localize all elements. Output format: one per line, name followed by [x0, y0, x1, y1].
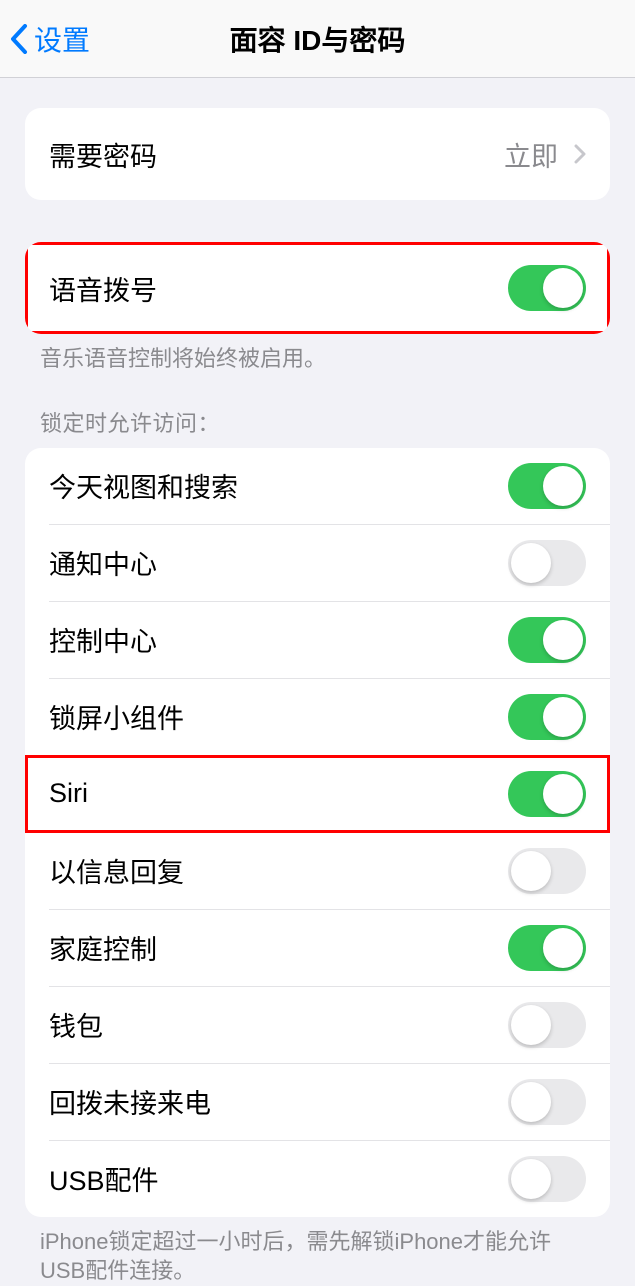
- chevron-right-icon: [574, 144, 586, 164]
- lock-item-toggle[interactable]: [508, 617, 586, 663]
- row-lock-item: 今天视图和搜索: [25, 448, 610, 524]
- row-lock-item: 家庭控制: [25, 910, 610, 986]
- row-lock-item: 钱包: [25, 987, 610, 1063]
- lock-item-toggle[interactable]: [508, 1156, 586, 1202]
- lock-item-toggle[interactable]: [508, 771, 586, 817]
- toggle-knob: [511, 851, 551, 891]
- group-voice-dial: 语音拨号: [25, 242, 610, 334]
- row-lock-item: 通知中心: [25, 525, 610, 601]
- row-require-passcode[interactable]: 需要密码 立即: [25, 108, 610, 200]
- lock-item-label: 家庭控制: [49, 928, 157, 967]
- lock-item-toggle[interactable]: [508, 848, 586, 894]
- toggle-knob: [543, 697, 583, 737]
- lock-item-label: 通知中心: [49, 543, 157, 582]
- require-passcode-value-wrap: 立即: [504, 135, 586, 174]
- lock-item-label: Siri: [49, 778, 88, 809]
- toggle-knob: [543, 620, 583, 660]
- row-voice-dial: 语音拨号: [25, 242, 610, 334]
- content: 需要密码 立即 语音拨号 音乐语音控制将始终被启用。 锁定时允许访问： 今天视图…: [0, 78, 635, 1286]
- voice-dial-footer: 音乐语音控制将始终被启用。: [0, 334, 635, 374]
- back-label: 设置: [34, 19, 90, 59]
- lock-item-label: USB配件: [49, 1159, 159, 1198]
- row-lock-item: 锁屏小组件: [25, 679, 610, 755]
- lock-item-toggle[interactable]: [508, 463, 586, 509]
- toggle-knob: [511, 1005, 551, 1045]
- back-button[interactable]: 设置: [0, 19, 90, 59]
- nav-header: 设置 面容 ID与密码: [0, 0, 635, 78]
- page-title: 面容 ID与密码: [230, 19, 406, 59]
- row-lock-item: USB配件: [25, 1141, 610, 1217]
- lock-access-footer: iPhone锁定超过一小时后，需先解锁iPhone才能允许USB配件连接。: [0, 1217, 635, 1286]
- lock-item-toggle[interactable]: [508, 1079, 586, 1125]
- lock-item-toggle[interactable]: [508, 925, 586, 971]
- lock-item-label: 回拨未接来电: [49, 1082, 211, 1121]
- require-passcode-value: 立即: [504, 135, 558, 174]
- toggle-knob: [511, 1159, 551, 1199]
- lock-item-label: 以信息回复: [49, 851, 184, 890]
- lock-item-toggle[interactable]: [508, 1002, 586, 1048]
- lock-access-header: 锁定时允许访问：: [0, 374, 635, 448]
- row-lock-item: 控制中心: [25, 602, 610, 678]
- lock-item-toggle[interactable]: [508, 694, 586, 740]
- toggle-knob: [543, 466, 583, 506]
- row-lock-item: 回拨未接来电: [25, 1064, 610, 1140]
- toggle-knob: [543, 928, 583, 968]
- toggle-knob: [543, 774, 583, 814]
- lock-item-toggle[interactable]: [508, 540, 586, 586]
- lock-item-label: 钱包: [49, 1005, 103, 1044]
- row-lock-item: Siri: [25, 756, 610, 832]
- toggle-knob: [511, 543, 551, 583]
- toggle-knob: [543, 268, 583, 308]
- group-lock-access: 今天视图和搜索通知中心控制中心锁屏小组件 Siri 以信息回复家庭控制钱包回拨未接来…: [25, 448, 610, 1217]
- voice-dial-label: 语音拨号: [49, 269, 157, 308]
- chevron-left-icon: [10, 24, 28, 54]
- lock-item-label: 锁屏小组件: [49, 697, 184, 736]
- lock-item-label: 今天视图和搜索: [49, 466, 238, 505]
- require-passcode-label: 需要密码: [49, 135, 157, 174]
- row-lock-item: 以信息回复: [25, 833, 610, 909]
- lock-item-label: 控制中心: [49, 620, 157, 659]
- voice-dial-toggle[interactable]: [508, 265, 586, 311]
- toggle-knob: [511, 1082, 551, 1122]
- group-require-passcode: 需要密码 立即: [25, 108, 610, 200]
